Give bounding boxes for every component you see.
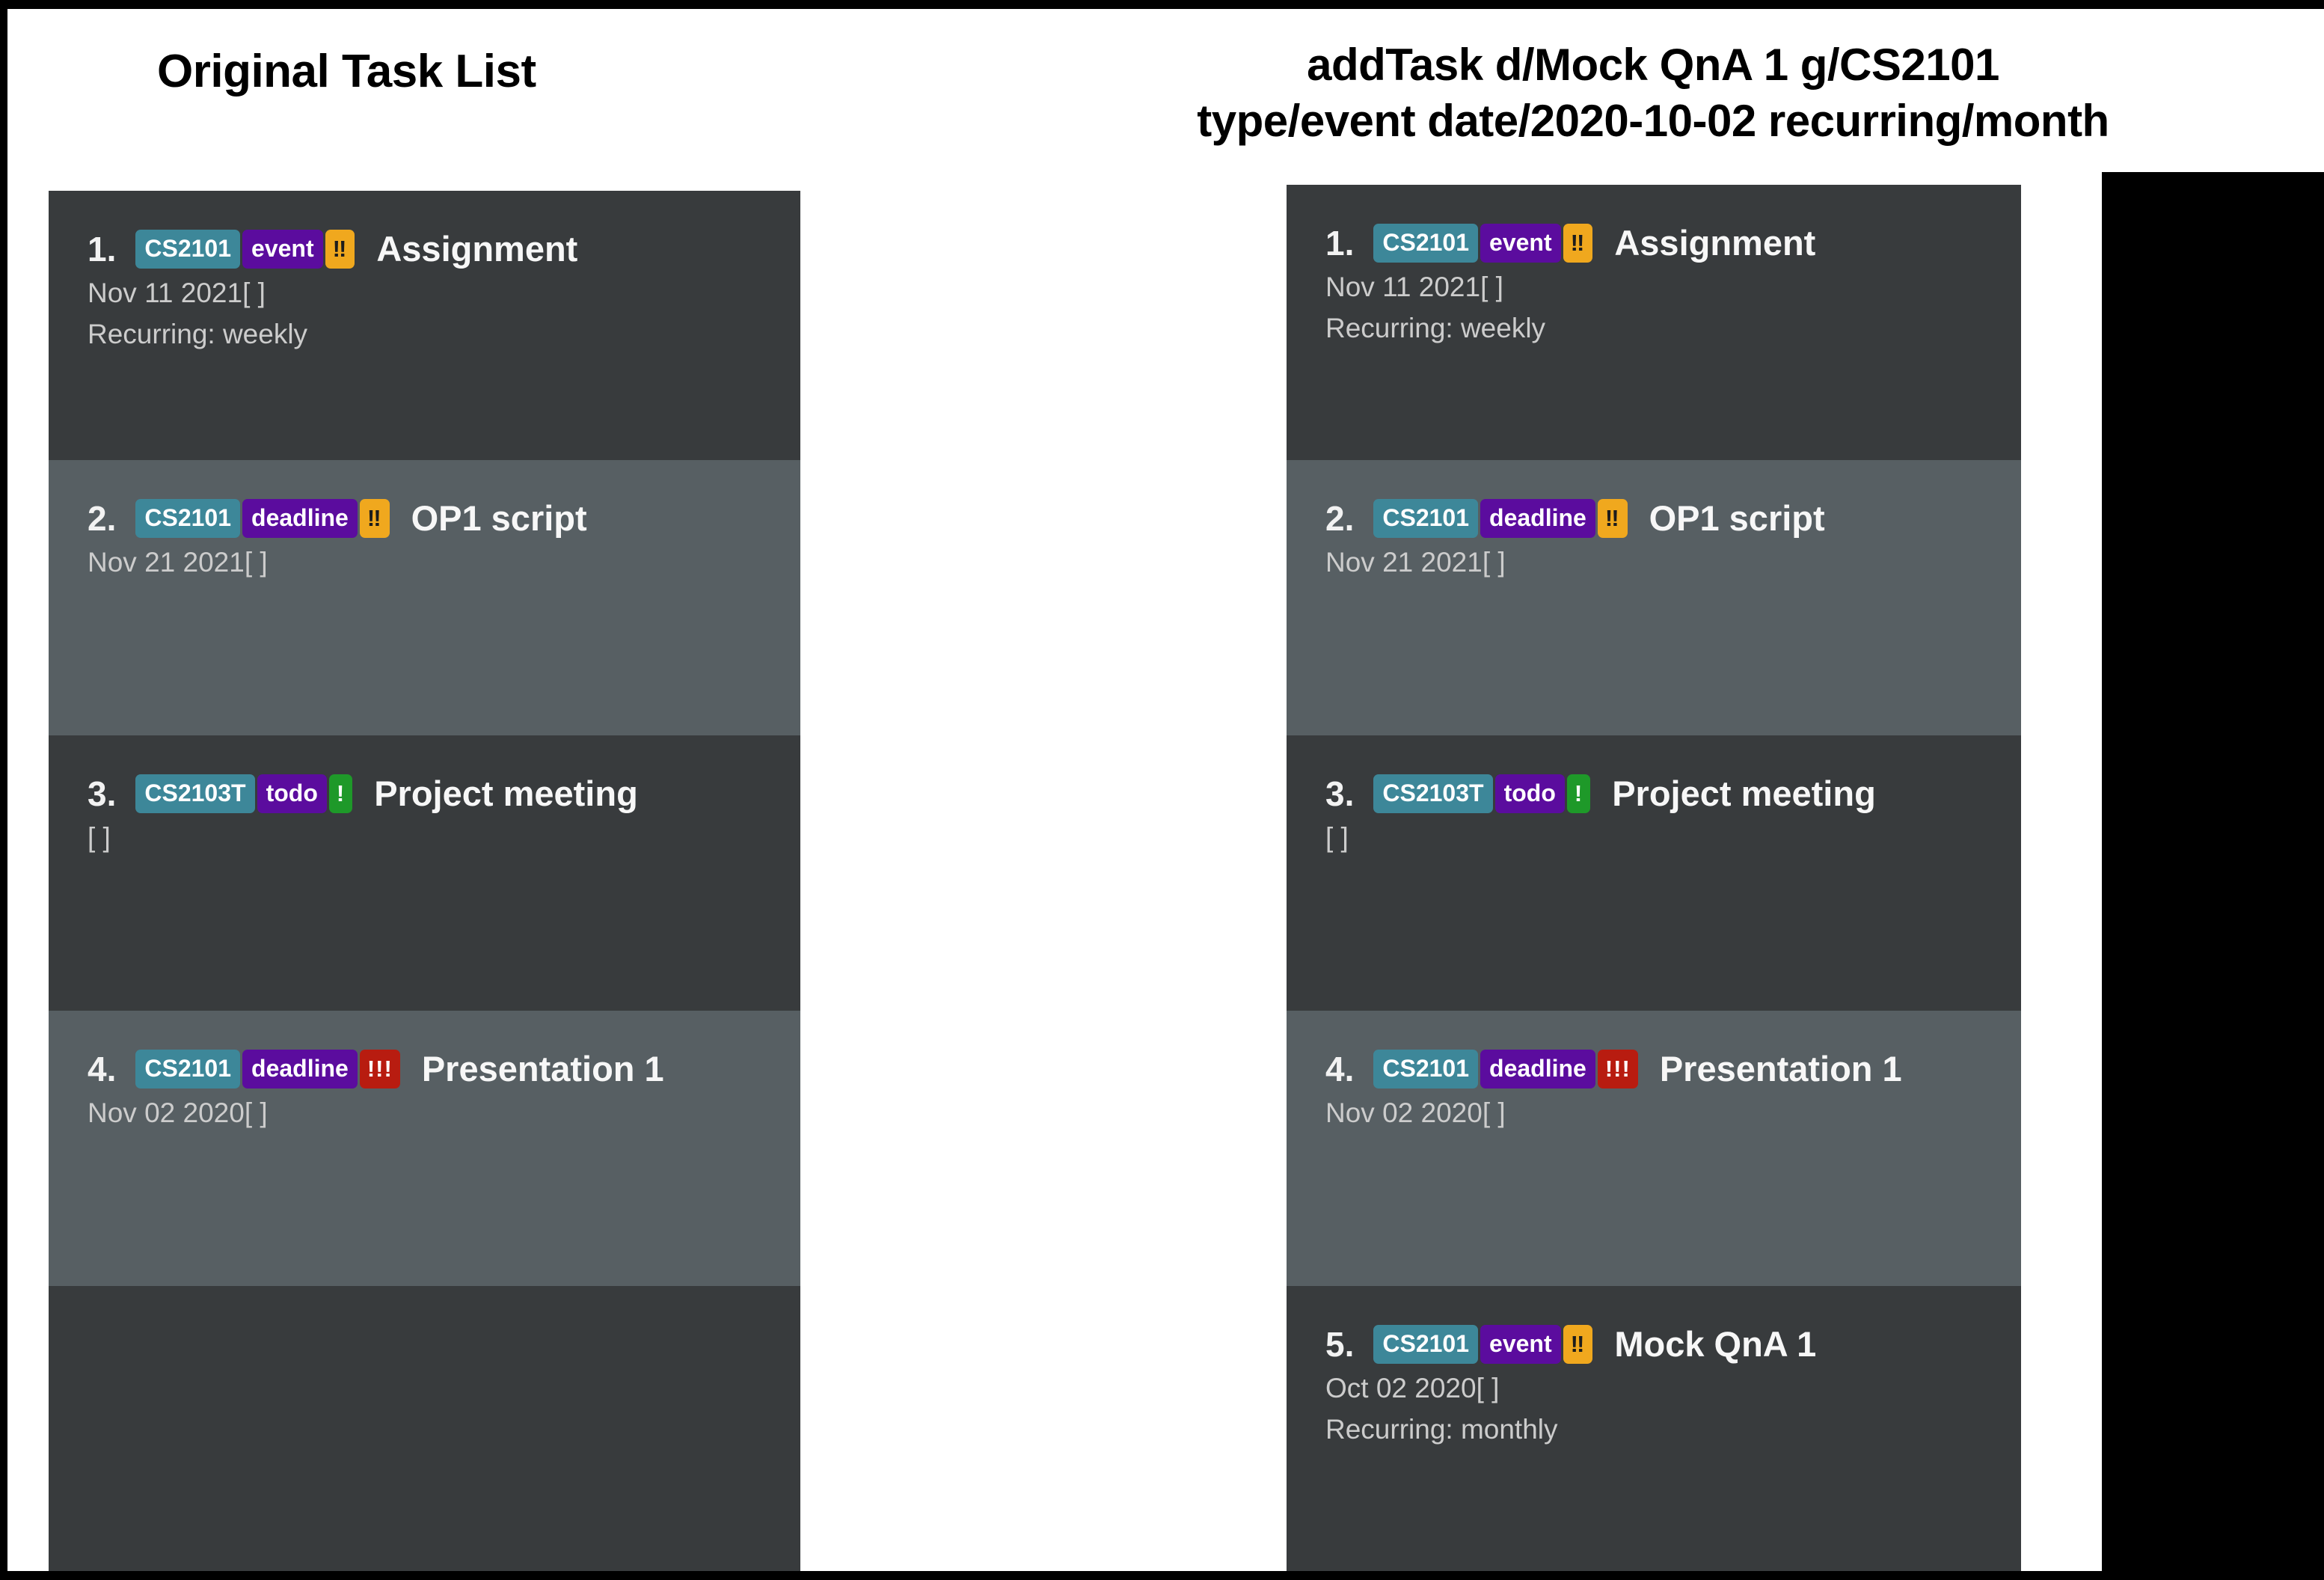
task-type-tag: event — [1480, 223, 1561, 263]
task-type-tag: deadline — [242, 1049, 358, 1088]
window-border-top — [0, 0, 2324, 9]
module-tag: CS2103T — [135, 774, 255, 813]
task-title: Presentation 1 — [421, 1049, 664, 1088]
task-type-tag: todo — [257, 774, 327, 813]
task-date: Nov 02 2020[ ] — [1325, 1097, 1506, 1128]
module-tag: CS2101 — [1373, 1049, 1479, 1088]
task-title: Assignment — [376, 229, 578, 269]
priority-badge: ‼ — [1563, 1324, 1593, 1364]
priority-badge: ‼ — [325, 229, 355, 269]
command-line-2: type/event date/2020-10-02 recurring/mon… — [1197, 96, 2109, 146]
window-border-bottom — [0, 1571, 2324, 1580]
task-date: Nov 11 2021[ ] — [88, 278, 266, 308]
updated-task-list-panel: 1. CS2101 event ‼ Assignment Nov 11 2021[ ] Re… — [1287, 185, 2021, 1571]
task-row[interactable]: 1. CS2101 event ‼ Assignment Nov 11 2021[ ] Re… — [1287, 185, 2021, 460]
module-tag: CS2101 — [1373, 223, 1479, 263]
task-index: 1. — [88, 229, 117, 269]
task-date: Nov 21 2021[ ] — [88, 547, 268, 578]
black-filler-block — [2102, 172, 2324, 1571]
task-type-tag: deadline — [1480, 498, 1595, 538]
task-index: 2. — [1325, 498, 1355, 538]
command-header: addTask d/Mock QnA 1 g/CS2101 type/event… — [982, 13, 2324, 172]
task-index: 3. — [88, 774, 117, 813]
task-header: 2. CS2101 deadline ‼ OP1 script — [1325, 497, 2021, 539]
task-index: 3. — [1325, 774, 1355, 813]
task-title: OP1 script — [1649, 498, 1825, 538]
priority-badge: ‼ — [359, 498, 390, 538]
module-tag: CS2101 — [135, 1049, 241, 1088]
task-row[interactable]: 3. CS2103T todo! Project meeting [ ] — [1287, 735, 2021, 1011]
task-date: Nov 21 2021[ ] — [1325, 547, 1506, 578]
task-recurring: Recurring: weekly — [1325, 313, 1546, 344]
priority-badge: ! — [328, 774, 353, 813]
task-row[interactable]: 5. CS2101 event ‼ Mock QnA 1 Oct 02 2020[ ] Re… — [1287, 1286, 2021, 1561]
module-tag: CS2103T — [1373, 774, 1493, 813]
page-title-original-list: Original Task List — [157, 46, 536, 97]
task-row[interactable]: 2. CS2101 deadline ‼ OP1 script Nov 21 2021[ … — [1287, 460, 2021, 735]
task-row[interactable]: 4. CS2101 deadline!!! Presentation 1 Nov 02 … — [1287, 1011, 2021, 1286]
task-header: 4. CS2101 deadline!!! Presentation 1 — [88, 1048, 800, 1089]
empty-list-area — [49, 1286, 800, 1571]
task-type-tag: todo — [1494, 774, 1565, 813]
task-index: 5. — [1325, 1324, 1355, 1364]
task-title: Mock QnA 1 — [1614, 1324, 1817, 1364]
task-title: OP1 script — [411, 498, 587, 538]
module-tag: CS2101 — [1373, 1324, 1479, 1364]
task-header: 2. CS2101 deadline ‼ OP1 script — [88, 497, 800, 539]
task-date: Nov 02 2020[ ] — [88, 1097, 268, 1128]
priority-badge: ‼ — [1597, 498, 1628, 538]
task-date: [ ] — [1325, 822, 1349, 853]
priority-badge: !!! — [359, 1049, 400, 1088]
priority-badge: ‼ — [1563, 223, 1593, 263]
task-title: Assignment — [1614, 223, 1816, 263]
task-row[interactable]: 4. CS2101 deadline!!! Presentation 1 Nov 02 … — [49, 1011, 800, 1286]
priority-badge: ! — [1566, 774, 1591, 813]
module-tag: CS2101 — [135, 229, 241, 269]
module-tag: CS2101 — [135, 498, 241, 538]
priority-badge: !!! — [1597, 1049, 1638, 1088]
module-tag: CS2101 — [1373, 498, 1479, 538]
task-index: 2. — [88, 498, 117, 538]
task-header: 1. CS2101 event ‼ Assignment — [88, 228, 800, 269]
task-row[interactable]: 1. CS2101 event ‼ Assignment Nov 11 2021[ ] Re… — [49, 191, 800, 460]
original-task-list-panel: 1. CS2101 event ‼ Assignment Nov 11 2021[ ] Re… — [49, 191, 800, 1571]
task-title: Project meeting — [374, 774, 638, 813]
task-index: 1. — [1325, 223, 1355, 263]
task-header: 1. CS2101 event ‼ Assignment — [1325, 222, 2021, 263]
window-border-left — [0, 0, 7, 1580]
task-row[interactable]: 3. CS2103T todo! Project meeting [ ] — [49, 735, 800, 1011]
task-index: 4. — [88, 1049, 117, 1088]
task-recurring: Recurring: weekly — [88, 319, 308, 350]
task-row[interactable]: 2. CS2101 deadline ‼ OP1 script Nov 21 2021[ … — [49, 460, 800, 735]
task-recurring: Recurring: monthly — [1325, 1414, 1558, 1445]
task-header: 5. CS2101 event ‼ Mock QnA 1 — [1325, 1323, 2021, 1365]
task-type-tag: event — [1480, 1324, 1561, 1364]
task-type-tag: event — [242, 229, 323, 269]
task-title: Project meeting — [1612, 774, 1876, 813]
task-type-tag: deadline — [242, 498, 358, 538]
command-line-1: addTask d/Mock QnA 1 g/CS2101 — [1307, 40, 1999, 90]
task-header: 3. CS2103T todo! Project meeting — [1325, 773, 2021, 814]
task-date: Nov 11 2021[ ] — [1325, 272, 1503, 302]
task-index: 4. — [1325, 1049, 1355, 1088]
task-header: 3. CS2103T todo! Project meeting — [88, 773, 800, 814]
task-date: Oct 02 2020[ ] — [1325, 1373, 1500, 1403]
task-type-tag: deadline — [1480, 1049, 1595, 1088]
task-title: Presentation 1 — [1659, 1049, 1902, 1088]
task-date: [ ] — [88, 822, 111, 853]
task-header: 4. CS2101 deadline!!! Presentation 1 — [1325, 1048, 2021, 1089]
